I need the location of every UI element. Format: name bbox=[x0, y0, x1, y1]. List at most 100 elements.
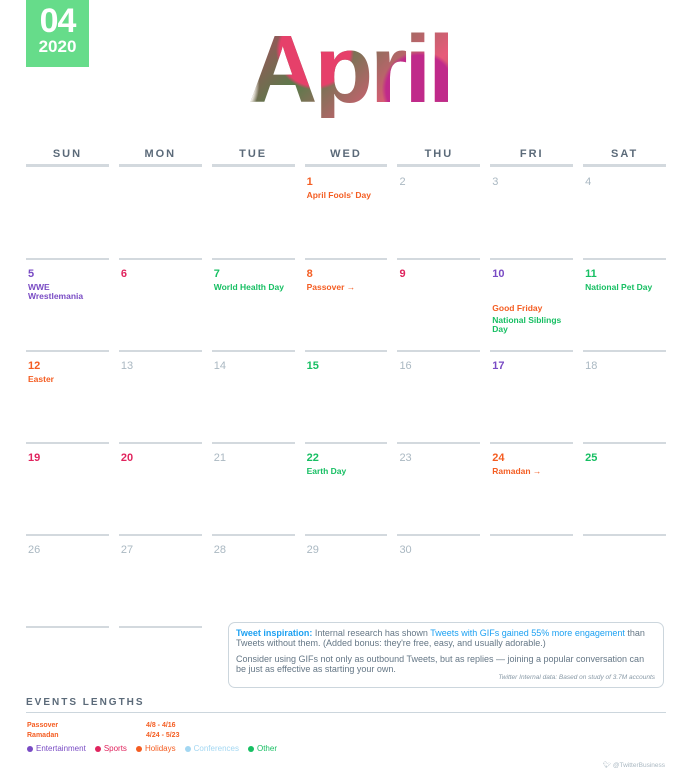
day-cell-17[interactable]: 17 bbox=[490, 352, 574, 444]
day-cell-6[interactable]: 6 bbox=[118, 260, 202, 352]
day-cell-16[interactable]: 16 bbox=[397, 352, 481, 444]
event-length-range: 4/24 - 5/23 bbox=[146, 732, 180, 739]
calendar-event[interactable]: Good Friday bbox=[492, 304, 571, 313]
day-cell-21[interactable]: 21 bbox=[211, 444, 295, 536]
calendar-event[interactable]: WWE Wrestlemania bbox=[28, 283, 107, 301]
legend-label: Entertainment bbox=[36, 744, 86, 753]
weekday-tue: TUE bbox=[211, 148, 295, 167]
day-cell-28[interactable]: 28 bbox=[212, 536, 295, 628]
day-cell-3[interactable]: 3 bbox=[490, 168, 574, 260]
day-number: 9 bbox=[399, 268, 406, 280]
dot-icon bbox=[247, 745, 254, 752]
day-number: 16 bbox=[399, 360, 412, 372]
dot-icon bbox=[27, 745, 33, 752]
day-cell-15[interactable]: 15 bbox=[304, 352, 388, 444]
calendar-event[interactable]: National Pet Day bbox=[585, 283, 664, 292]
dot-icon bbox=[135, 745, 142, 752]
event-lengths-section: EVENTS LENGTHS Passover 4/8 - 4/16 Ramad… bbox=[26, 697, 666, 753]
day-cell-4[interactable]: 4 bbox=[583, 168, 667, 260]
day-cell-7[interactable]: 7 World Health Day bbox=[211, 260, 295, 352]
day-cell-empty bbox=[118, 168, 202, 260]
weekday-thu: THU bbox=[397, 148, 481, 167]
week-row: 1 April Fools' Day 2 3 4 bbox=[26, 168, 667, 260]
day-cell-24[interactable]: 24 Ramadan → bbox=[490, 444, 574, 536]
day-cell-26[interactable]: 26 bbox=[26, 536, 109, 628]
legend-other: Other bbox=[247, 744, 277, 753]
weeks-container: 1 April Fools' Day 2 3 4 5 WWE Wrestlemania 6 7 W… bbox=[26, 168, 667, 628]
day-number: 3 bbox=[492, 176, 499, 188]
event-length-name: Passover bbox=[27, 722, 59, 729]
dot-icon bbox=[184, 745, 191, 752]
calendar-event[interactable]: National Siblings Day bbox=[492, 316, 571, 334]
day-number: 13 bbox=[120, 360, 134, 372]
legend-entertainment: Entertainment bbox=[27, 744, 86, 753]
day-cell-1[interactable]: 1 April Fools' Day bbox=[304, 168, 388, 260]
weekday-sat: SAT bbox=[583, 148, 667, 167]
day-number: 25 bbox=[585, 452, 598, 464]
calendar-event[interactable]: Passover → bbox=[307, 283, 386, 292]
day-number: 30 bbox=[399, 544, 412, 556]
day-number: 20 bbox=[120, 452, 134, 464]
day-number: 28 bbox=[213, 544, 226, 556]
day-cell-empty bbox=[583, 536, 666, 628]
day-cell-23[interactable]: 23 bbox=[397, 444, 481, 536]
event-length-name: Ramadan bbox=[27, 732, 59, 739]
legend-label: Conferences bbox=[193, 744, 239, 753]
calendar-event[interactable]: Easter bbox=[28, 375, 107, 384]
day-cell-12[interactable]: 12 Easter bbox=[26, 352, 109, 444]
day-cell-18[interactable]: 18 bbox=[583, 352, 667, 444]
legend-holidays: Holidays bbox=[135, 744, 176, 753]
weekday-wed: WED bbox=[304, 148, 388, 167]
day-cell-14[interactable]: 14 bbox=[211, 352, 295, 444]
day-cell-empty bbox=[490, 536, 573, 628]
day-cell-25[interactable]: 25 bbox=[583, 444, 667, 536]
day-number: 15 bbox=[306, 360, 319, 372]
day-cell-5[interactable]: 5 WWE Wrestlemania bbox=[26, 260, 109, 352]
day-cell-13[interactable]: 13 bbox=[118, 352, 202, 444]
footer-handle-text: @TwitterBusiness bbox=[612, 762, 665, 769]
weekday-mon: MON bbox=[118, 148, 202, 167]
tip-text-1: Internal research has shown bbox=[312, 628, 431, 638]
calendar-event[interactable]: Earth Day bbox=[307, 467, 386, 476]
legend-label: Other bbox=[256, 744, 277, 753]
calendar-event[interactable]: World Health Day bbox=[214, 283, 293, 292]
tip-paragraph-2: Consider using GIFs not only as outbound… bbox=[236, 654, 645, 674]
event-length-row: Ramadan 4/24 - 5/23 bbox=[27, 731, 666, 741]
day-cell-27[interactable]: 27 bbox=[118, 536, 202, 628]
day-cell-9[interactable]: 9 bbox=[397, 260, 481, 352]
event-length-range: 4/8 - 4/16 bbox=[146, 722, 176, 729]
week-row: 26 27 28 29 30 bbox=[26, 536, 666, 628]
calendar-event[interactable]: April Fools' Day bbox=[307, 191, 386, 200]
day-cell-8[interactable]: 8 Passover → bbox=[304, 260, 388, 352]
event-lengths-title: EVENTS LENGTHS bbox=[26, 697, 666, 713]
day-number: 29 bbox=[306, 544, 319, 556]
day-cell-19[interactable]: 19 bbox=[26, 444, 109, 536]
day-number: 5 bbox=[28, 268, 35, 280]
tweet-inspiration-box: Tweet inspiration: Internal research has… bbox=[228, 622, 664, 688]
day-number: 10 bbox=[492, 268, 505, 280]
day-number: 7 bbox=[213, 268, 220, 280]
day-cell-22[interactable]: 22 Earth Day bbox=[304, 444, 388, 536]
day-cell-20[interactable]: 20 bbox=[118, 444, 202, 536]
weekday-sun: SUN bbox=[26, 148, 109, 167]
day-number: 6 bbox=[120, 268, 127, 280]
calendar-event[interactable]: Ramadan → bbox=[492, 467, 571, 476]
day-cell-10[interactable]: 10 Good Friday National Siblings Day bbox=[490, 260, 574, 352]
day-number: 22 bbox=[306, 452, 319, 464]
legend-conferences: Conferences bbox=[184, 744, 239, 753]
legend-label: Holidays bbox=[144, 744, 176, 753]
day-cell-29[interactable]: 29 bbox=[305, 536, 388, 628]
day-number: 26 bbox=[28, 544, 41, 556]
day-number: 12 bbox=[28, 360, 41, 372]
day-cell-11[interactable]: 11 National Pet Day bbox=[583, 260, 667, 352]
day-number: 23 bbox=[399, 452, 412, 464]
day-cell-2[interactable]: 2 bbox=[397, 168, 481, 260]
day-number: 24 bbox=[492, 452, 505, 464]
week-row: 5 WWE Wrestlemania 6 7 World Health Day 8 Pass… bbox=[26, 260, 667, 352]
day-cell-empty bbox=[26, 168, 109, 260]
tip-source: Twitter Internal data: Based on study of… bbox=[498, 674, 655, 681]
day-cell-30[interactable]: 30 bbox=[397, 536, 480, 628]
day-number: 17 bbox=[492, 360, 505, 372]
footer-handle: 🐦︎ @TwitterBusiness bbox=[603, 761, 665, 769]
tip-paragraph-1: Tweet inspiration: Internal research has… bbox=[236, 628, 656, 648]
